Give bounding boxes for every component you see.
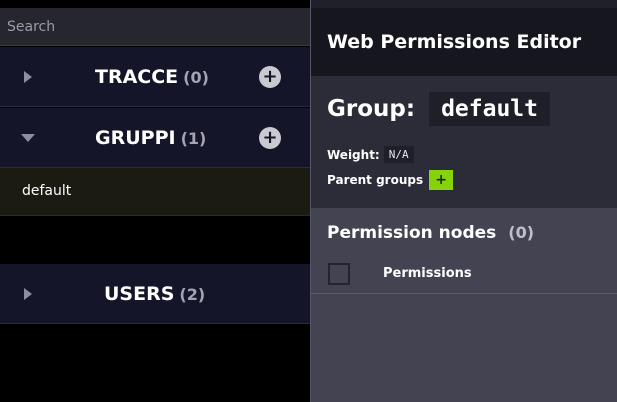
section-count: (2) [179, 285, 206, 304]
select-all-checkbox[interactable] [328, 263, 350, 285]
editor-top-strip [311, 0, 617, 8]
sidebar-item-default[interactable]: default [0, 168, 310, 216]
sidebar-section-gruppi[interactable]: GRUPPI (1) + [0, 108, 310, 168]
permission-nodes-section: Permission nodes (0) Permissions [311, 208, 617, 402]
section-count: (1) [180, 129, 207, 148]
search-input[interactable] [0, 8, 310, 45]
search-bar [0, 8, 310, 46]
section-count: (0) [183, 68, 209, 87]
add-group-button[interactable]: + [259, 127, 281, 149]
permissions-editor: Web Permissions Editor Group: default We… [310, 0, 617, 402]
plus-circle-icon: + [262, 127, 278, 148]
sidebar-top-strip [0, 0, 310, 8]
sidebar: TRACCE(0) + GRUPPI(1) + default USERS(2) [0, 0, 310, 402]
permission-nodes-label: Permission nodes [327, 223, 497, 243]
permission-nodes-count: (0) [508, 223, 535, 242]
parent-groups-row: Parent groups + [327, 170, 454, 190]
plus-icon: + [435, 172, 447, 188]
editor-title: Web Permissions Editor [327, 31, 582, 53]
permission-nodes-heading: Permission nodes (0) [327, 220, 534, 246]
caret-down-icon[interactable] [18, 108, 38, 168]
parent-groups-label: Parent groups [327, 173, 424, 187]
section-name: GRUPPI [95, 127, 176, 149]
group-name: default [429, 92, 550, 126]
permissions-column-header: Permissions [383, 266, 472, 281]
caret-right-icon[interactable] [18, 264, 38, 324]
group-heading: Group: default [327, 90, 550, 128]
weight-row: Weight: N/A [327, 146, 414, 163]
sidebar-section-users[interactable]: USERS (2) [0, 264, 310, 324]
section-name: TRACCE [95, 66, 179, 88]
app-root: TRACCE(0) + GRUPPI(1) + default USERS(2) [0, 0, 617, 402]
plus-circle-icon: + [262, 66, 278, 87]
editor-header: Web Permissions Editor [311, 8, 617, 76]
group-info-card: Group: default Weight: N/A Parent groups… [311, 76, 617, 208]
weight-label: Weight: [327, 147, 380, 162]
caret-right-icon[interactable] [18, 47, 38, 107]
add-parent-group-button[interactable]: + [429, 170, 454, 190]
add-tracce-button[interactable]: + [259, 66, 281, 88]
section-title: GRUPPI (1) [95, 108, 206, 168]
section-title: USERS (2) [104, 264, 205, 324]
weight-value[interactable]: N/A [383, 146, 414, 163]
group-label: Group: [327, 96, 416, 122]
section-name: USERS [104, 283, 175, 305]
permissions-table-header: Permissions [311, 258, 617, 294]
section-title: TRACCE (0) [95, 47, 209, 107]
sidebar-section-tracce[interactable]: TRACCE (0) + [0, 47, 310, 107]
